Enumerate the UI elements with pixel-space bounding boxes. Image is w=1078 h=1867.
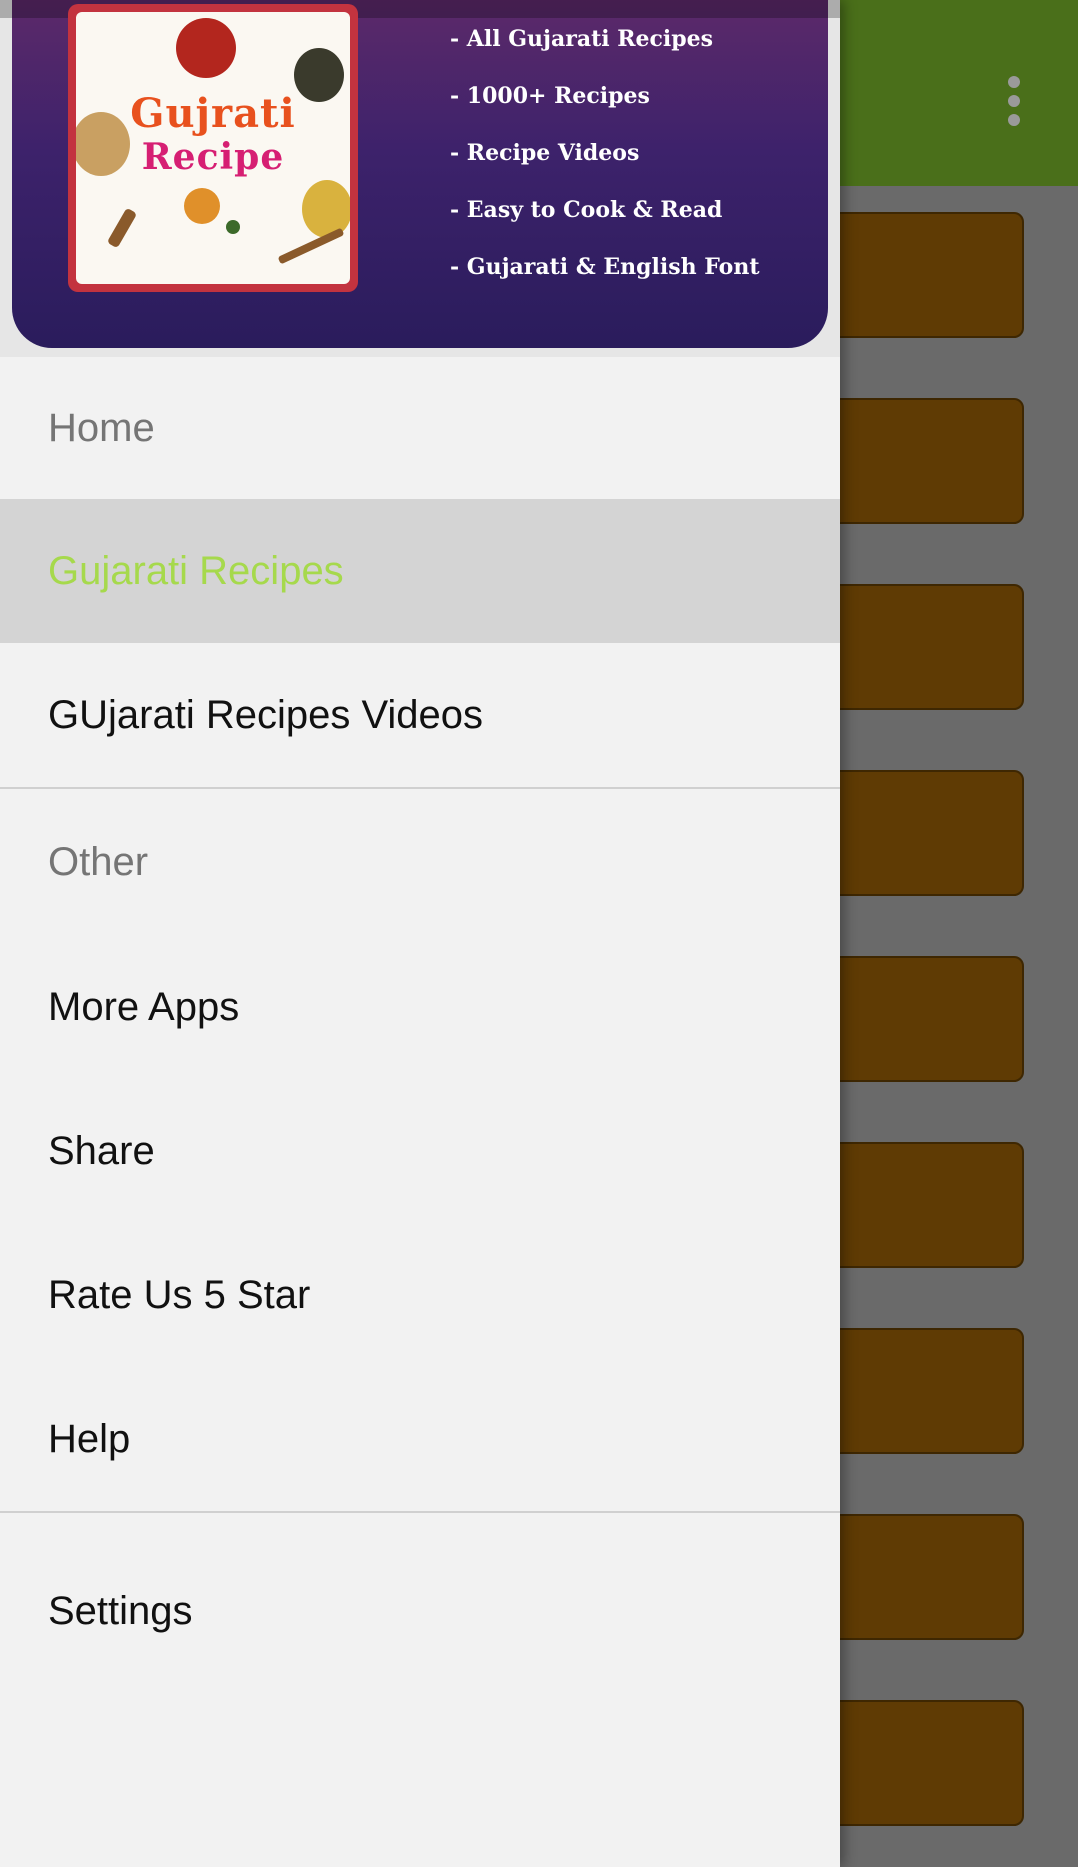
recipe-category-button[interactable] [818, 212, 1024, 338]
menu-item-gujarati-recipes[interactable]: Gujarati Recipes [0, 499, 840, 643]
app-logo: Gujrati Recipe [68, 4, 358, 292]
recipe-category-button[interactable] [818, 770, 1024, 896]
cinnamon-stick-icon [106, 207, 138, 249]
recipe-category-button[interactable] [818, 1514, 1024, 1640]
spice-bowl-icon [176, 18, 236, 78]
recipe-category-button[interactable] [818, 398, 1024, 524]
menu-item-rate-us[interactable]: Rate Us 5 Star [0, 1223, 840, 1367]
feature-item: - Easy to Cook & Read [450, 197, 723, 223]
recipe-category-button[interactable] [818, 584, 1024, 710]
menu-item-settings[interactable]: Settings [0, 1513, 840, 1709]
recipe-category-button[interactable] [818, 956, 1024, 1082]
menu-item-more-apps[interactable]: More Apps [0, 935, 840, 1079]
menu-item-gujarati-recipes-videos[interactable]: GUjarati Recipes Videos [0, 643, 840, 787]
menu-item-share[interactable]: Share [0, 1079, 840, 1223]
cinnamon-stick-icon [277, 227, 345, 265]
feature-item: - All Gujarati Recipes [450, 26, 714, 52]
recipe-category-button[interactable] [818, 1328, 1024, 1454]
logo-title-line2: Recipe [141, 136, 285, 178]
spice-bowl-icon [184, 188, 220, 224]
more-vert-icon[interactable] [1000, 76, 1028, 132]
drawer-menu: Home Gujarati Recipes GUjarati Recipes V… [0, 357, 840, 1709]
menu-item-help[interactable]: Help [0, 1367, 840, 1511]
spice-bowl-icon [302, 180, 350, 238]
feature-item: - 1000+ Recipes [450, 83, 650, 109]
recipe-category-button[interactable] [818, 1700, 1024, 1826]
logo-title-line1: Gujrati [130, 90, 296, 137]
navigation-drawer: Gujrati Recipe - All Gujarati Recipes - … [0, 0, 840, 1867]
feature-item: - Gujarati & English Font [450, 254, 760, 280]
feature-list: - All Gujarati Recipes - 1000+ Recipes -… [450, 20, 759, 305]
section-header-home: Home [48, 406, 155, 450]
drawer-header-banner: Gujrati Recipe - All Gujarati Recipes - … [0, 0, 840, 357]
section-header-other: Other [48, 840, 149, 884]
feature-item: - Recipe Videos [450, 140, 640, 166]
leaf-icon [226, 220, 240, 234]
recipe-category-button[interactable] [818, 1142, 1024, 1268]
